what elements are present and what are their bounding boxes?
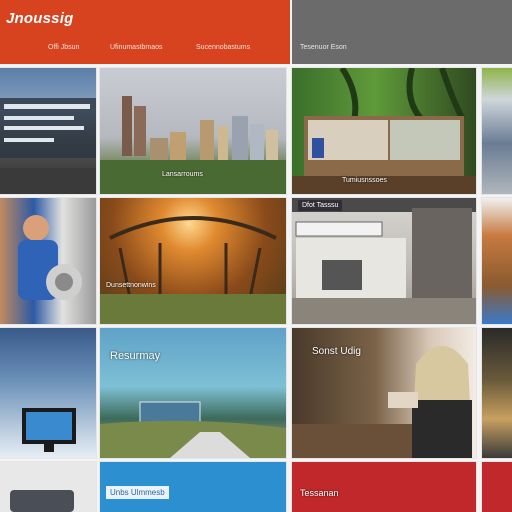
tile-caption: Unbs Ulmmesb	[106, 486, 169, 499]
camera-image	[10, 490, 74, 512]
tile-coastal-road[interactable]: Resurmay	[100, 328, 286, 458]
tile-camera[interactable]	[0, 462, 96, 512]
tile-partial-right-4[interactable]	[482, 462, 512, 512]
nav-item-2[interactable]: Ufinumastbmaos	[110, 44, 163, 51]
nav-item-1[interactable]: Offi Jbsun	[48, 44, 79, 51]
tile-desktop-monitor[interactable]	[0, 328, 96, 458]
tile-caption: Dunsettnonwins	[106, 282, 156, 289]
monitor-image	[22, 408, 76, 452]
nav-item-3[interactable]: Sucennobastums	[196, 44, 250, 51]
tile-caption: Tessanan	[300, 488, 339, 498]
tile-caption: Lansarroums	[162, 171, 203, 178]
tile-office-plants[interactable]: Tumiusnssoes	[292, 68, 476, 194]
tile-city-skyline[interactable]: Lansarroums	[100, 68, 286, 194]
section-label[interactable]: Tesenuor Eson	[300, 44, 347, 51]
tile-caption: Resurmay	[110, 350, 161, 362]
tile-phone-call[interactable]	[0, 198, 96, 324]
tile-caption: Dfot Tasssu	[298, 200, 343, 211]
tile-red-promo[interactable]: Tessanan	[292, 462, 476, 512]
highway-sign-image	[0, 98, 96, 194]
tile-highway-sign[interactable]	[0, 68, 96, 194]
tile-partial-right-1[interactable]	[482, 68, 512, 194]
tile-partial-right-2[interactable]	[482, 198, 512, 324]
site-logo[interactable]: Jnoussig	[6, 10, 73, 27]
tile-partial-right-3[interactable]	[482, 328, 512, 458]
tile-caption: Tumiusnssoes	[342, 177, 387, 184]
header-bar: Jnoussig Offi Jbsun Ufinumastbmaos Sucen…	[0, 0, 290, 64]
tile-lab-equipment[interactable]: Dfot Tasssu	[292, 198, 476, 324]
tile-blue-promo[interactable]: Unbs Ulmmesb	[100, 462, 286, 512]
tile-caption: Sonst Udig	[312, 346, 361, 357]
coastal-road-image	[100, 401, 286, 458]
office-image	[292, 68, 476, 194]
pavilion-image	[100, 216, 286, 324]
header-right-panel: Tesenuor Eson	[292, 0, 512, 64]
tile-sunburst-pavilion[interactable]: Dunsettnonwins	[100, 198, 286, 324]
lab-image	[292, 198, 476, 324]
person-on-phone-image	[18, 215, 82, 300]
tile-shop-woman[interactable]: Sonst Udig	[292, 328, 476, 458]
